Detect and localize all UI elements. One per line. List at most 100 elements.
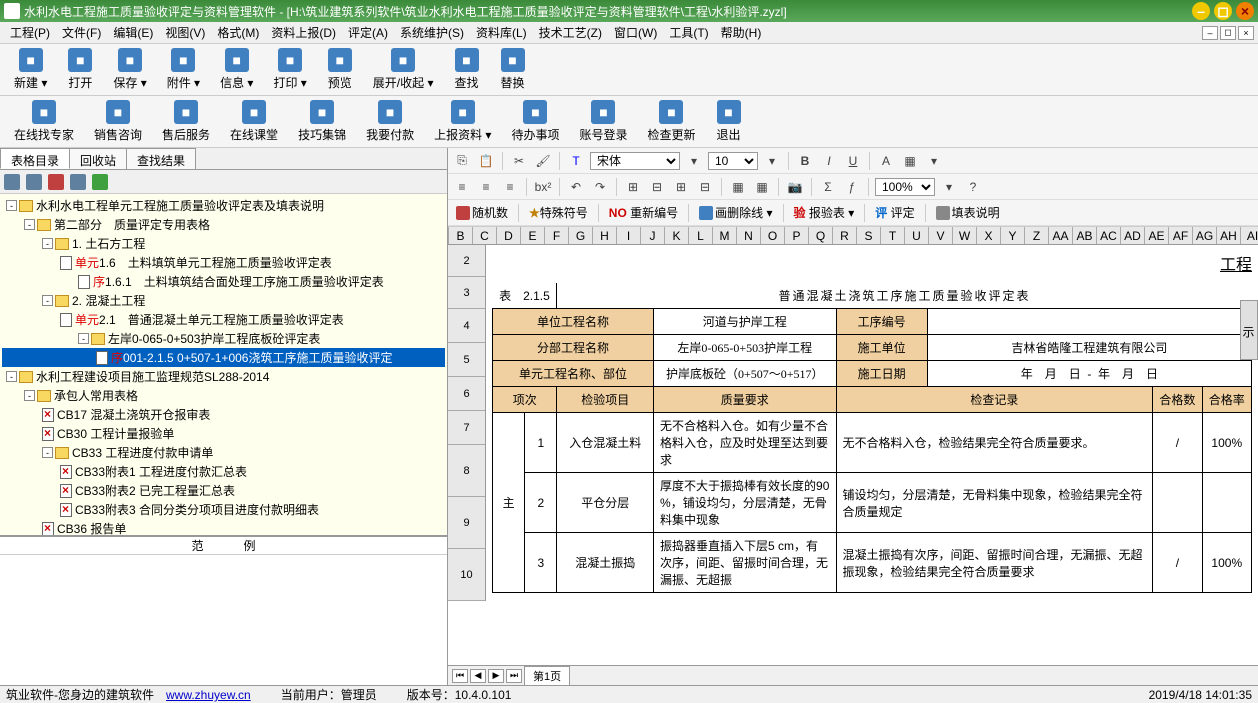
- redo-icon[interactable]: ↷: [590, 177, 610, 197]
- mdi-restore-button[interactable]: ◻: [1220, 26, 1236, 40]
- next-page-button[interactable]: ▶: [488, 669, 504, 683]
- split-cells-icon[interactable]: ⊟: [647, 177, 667, 197]
- inspect-form-button[interactable]: 验 报验表 ▾: [790, 203, 859, 223]
- tree-item[interactable]: 单元 1.6 土料填筑单元工程施工质量验收评定表: [2, 253, 445, 272]
- menu-item[interactable]: 技术工艺(Z): [533, 24, 608, 41]
- font-family-select[interactable]: 宋体: [590, 152, 680, 170]
- font-size-select[interactable]: 10: [708, 152, 758, 170]
- menu-item[interactable]: 编辑(E): [107, 24, 159, 41]
- grid-icon[interactable]: ▦: [752, 177, 772, 197]
- document-tree[interactable]: -水利水电工程单元工程施工质量验收评定表及填表说明-第二部分 质量评定专用表格-…: [0, 194, 447, 535]
- window-close-button[interactable]: ×: [1236, 2, 1254, 20]
- menu-item[interactable]: 格式(M): [211, 24, 265, 41]
- mdi-close-button[interactable]: ×: [1238, 26, 1254, 40]
- tree-item[interactable]: -左岸0-065-0+503护岸工程底板砼评定表: [2, 329, 445, 348]
- fill-color-icon[interactable]: ▦: [900, 151, 920, 171]
- toolbar-退出[interactable]: ■退出: [706, 98, 752, 145]
- toolbar-打开[interactable]: ■打开: [57, 46, 103, 93]
- toolbar-保存[interactable]: ■保存 ▾: [103, 46, 156, 93]
- toolbar-账号登录[interactable]: ■账号登录: [569, 98, 637, 145]
- window-minimize-button[interactable]: –: [1192, 2, 1210, 20]
- tree-item[interactable]: -1. 土石方工程: [2, 234, 445, 253]
- menu-item[interactable]: 窗口(W): [608, 24, 663, 41]
- spreadsheet-area[interactable]: 2345678910 工程 表 2.1.5 普通混凝: [448, 245, 1258, 665]
- tree-item[interactable]: CB33附表3 合同分类分项项目进度付款明细表: [2, 500, 445, 519]
- tree-item[interactable]: CB30 工程计量报验单: [2, 424, 445, 443]
- underline-button[interactable]: U: [843, 151, 863, 171]
- toolbar-我要付款[interactable]: ■我要付款: [356, 98, 424, 145]
- tree-add-icon[interactable]: [92, 174, 108, 190]
- menu-item[interactable]: 资料上报(D): [265, 24, 342, 41]
- cut-icon[interactable]: ✂: [509, 151, 529, 171]
- copy-icon[interactable]: ⎘: [452, 151, 472, 171]
- toolbar-查找[interactable]: ■查找: [444, 46, 490, 93]
- toolbar-在线找专家[interactable]: ■在线找专家: [4, 98, 84, 145]
- toolbar-待办事项[interactable]: ■待办事项: [501, 98, 569, 145]
- italic-button[interactable]: I: [819, 151, 839, 171]
- menu-item[interactable]: 系统维护(S): [394, 24, 470, 41]
- tree-item[interactable]: 序 001-2.1.5 0+507-1+006浇筑工序施工质量验收评定: [2, 348, 445, 367]
- toolbar-信息[interactable]: ■信息 ▾: [210, 46, 263, 93]
- left-tab[interactable]: 查找结果: [126, 148, 196, 169]
- toolbar-售后服务[interactable]: ■售后服务: [152, 98, 220, 145]
- align-center-icon[interactable]: ≡: [476, 177, 496, 197]
- tree-expand-icon[interactable]: [4, 174, 20, 190]
- toolbar-销售咨询[interactable]: ■销售咨询: [84, 98, 152, 145]
- mdi-minimize-button[interactable]: –: [1202, 26, 1218, 40]
- toolbar-预览[interactable]: ■预览: [317, 46, 363, 93]
- caret-down-icon[interactable]: ▾: [939, 177, 959, 197]
- menu-item[interactable]: 帮助(H): [715, 24, 768, 41]
- sum-icon[interactable]: Σ: [818, 177, 838, 197]
- borders-icon[interactable]: ▦: [728, 177, 748, 197]
- delete-row-icon[interactable]: ⊟: [695, 177, 715, 197]
- table-row[interactable]: 主1入仓混凝土料无不合格料入仓。如有少量不合格料入仓，应及时处理至达到要求无不合…: [493, 413, 1252, 473]
- toolbar-上报资料[interactable]: ■上报资料 ▾: [424, 98, 501, 145]
- left-tab[interactable]: 表格目录: [0, 148, 70, 169]
- menu-item[interactable]: 文件(F): [56, 24, 107, 41]
- tree-item[interactable]: -CB33 工程进度付款申请单: [2, 443, 445, 462]
- bold-button[interactable]: B: [795, 151, 815, 171]
- judge-button[interactable]: 评 评定: [871, 203, 918, 223]
- row-ruler[interactable]: 2345678910: [448, 245, 486, 601]
- value-subproject[interactable]: 左岸0-065-0+503护岸工程: [654, 335, 836, 361]
- prev-page-button[interactable]: ◀: [470, 669, 486, 683]
- renumber-button[interactable]: NO 重新编号: [605, 203, 682, 223]
- menu-item[interactable]: 视图(V): [159, 24, 211, 41]
- tree-refresh-icon[interactable]: [70, 174, 86, 190]
- caret-down-icon[interactable]: ▾: [684, 151, 704, 171]
- toolbar-附件[interactable]: ■附件 ▾: [157, 46, 210, 93]
- toolbar-展开/收起[interactable]: ■展开/收起 ▾: [363, 46, 444, 93]
- tree-item[interactable]: 单元 2.1 普通混凝土单元工程施工质量验收评定表: [2, 310, 445, 329]
- left-tab[interactable]: 回收站: [69, 148, 127, 169]
- tree-item[interactable]: 序 1.6.1 土料填筑结合面处理工序施工质量验收评定表: [2, 272, 445, 291]
- function-icon[interactable]: ƒ: [842, 177, 862, 197]
- window-maximize-button[interactable]: ◻: [1214, 2, 1232, 20]
- align-left-icon[interactable]: ≡: [452, 177, 472, 197]
- insert-row-icon[interactable]: ⊞: [671, 177, 691, 197]
- menu-item[interactable]: 资料库(L): [470, 24, 533, 41]
- toolbar-在线课堂[interactable]: ■在线课堂: [220, 98, 288, 145]
- tree-item[interactable]: -水利水电工程单元工程施工质量验收评定表及填表说明: [2, 196, 445, 215]
- random-number-button[interactable]: 随机数: [452, 203, 512, 223]
- toolbar-新建[interactable]: ■新建 ▾: [4, 46, 57, 93]
- paste-icon[interactable]: 📋: [476, 151, 496, 171]
- font-color-icon[interactable]: A: [876, 151, 896, 171]
- caret-down-icon[interactable]: ▾: [924, 151, 944, 171]
- superscript-icon[interactable]: bx²: [533, 177, 553, 197]
- toolbar-技巧集锦[interactable]: ■技巧集锦: [288, 98, 356, 145]
- help-icon[interactable]: ?: [963, 177, 983, 197]
- table-row[interactable]: 3混凝土振捣振捣器垂直插入下层5 cm，有次序，间距、留振时间合理，无漏振、无超…: [493, 533, 1252, 593]
- column-ruler[interactable]: BCDEFGHIJKLMNOPQRSTUVWXYZAAABACADAEAFAGA…: [448, 227, 1258, 245]
- side-tab[interactable]: 示: [1240, 300, 1258, 360]
- tree-item[interactable]: CB33附表2 已完工程量汇总表: [2, 481, 445, 500]
- menu-item[interactable]: 评定(A): [342, 24, 394, 41]
- menu-item[interactable]: 工具(T): [663, 24, 714, 41]
- last-page-button[interactable]: ⏭: [506, 669, 522, 683]
- undo-icon[interactable]: ↶: [566, 177, 586, 197]
- format-paint-icon[interactable]: 🖌: [533, 151, 553, 171]
- merge-cells-icon[interactable]: ⊞: [623, 177, 643, 197]
- tree-item[interactable]: -水利工程建设项目施工监理规范SL288-2014: [2, 367, 445, 386]
- value-unit-project[interactable]: 河道与护岸工程: [654, 309, 836, 335]
- value-date[interactable]: 年 月 日 - 年 月 日: [927, 361, 1251, 387]
- fill-instructions-button[interactable]: 填表说明: [932, 203, 1004, 223]
